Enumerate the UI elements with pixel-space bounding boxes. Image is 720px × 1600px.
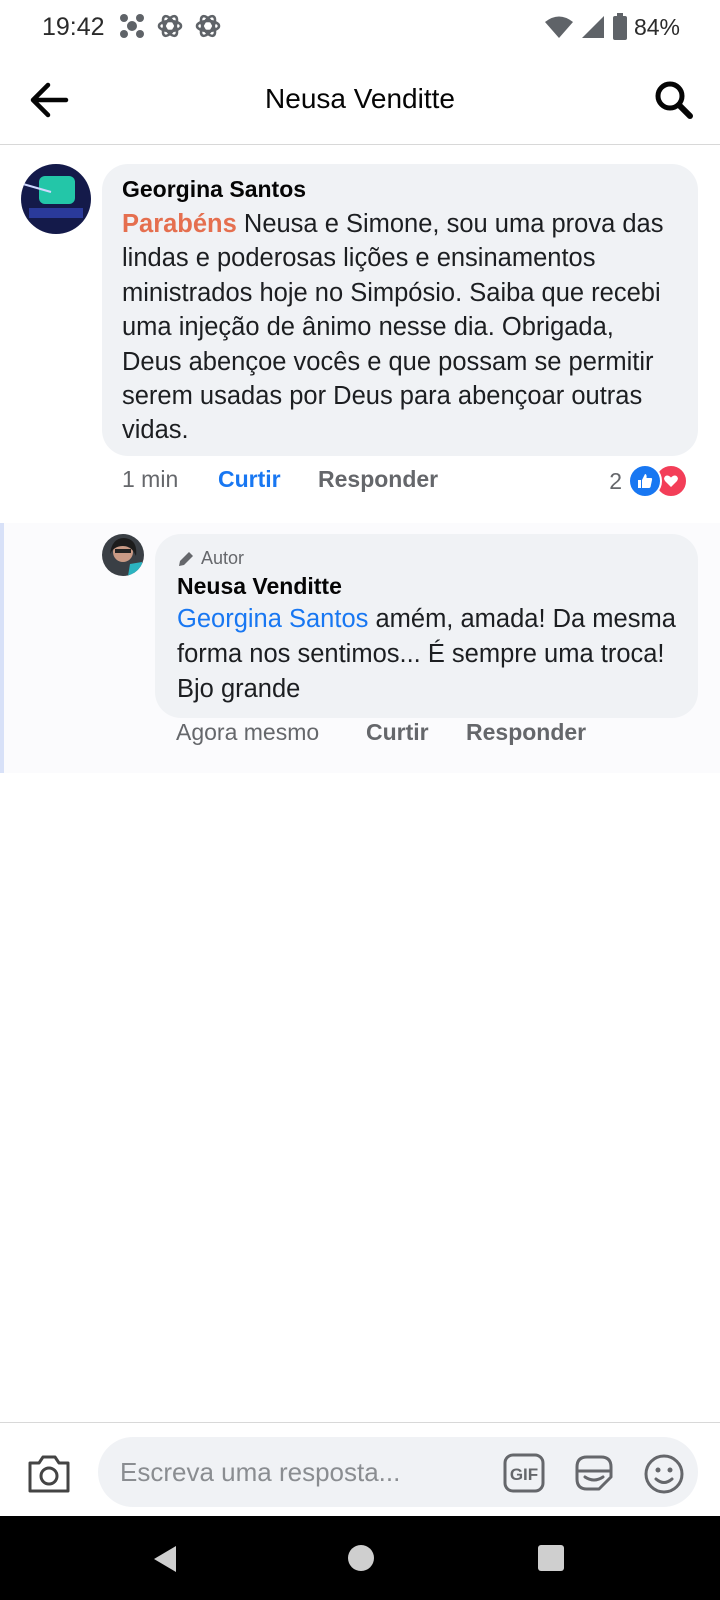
signal-icon (581, 16, 604, 38)
back-triangle-icon (154, 1546, 176, 1572)
reply-mention[interactable]: Georgina Santos (177, 605, 368, 633)
author-badge-label: Autor (201, 548, 245, 568)
wifi-icon (544, 16, 573, 38)
reply-composer: GIF (0, 1422, 720, 1517)
comment-body: Neusa e Simone, sou uma prova das lindas… (122, 210, 664, 445)
notification-icons (118, 12, 222, 40)
profile-photo (21, 164, 91, 234)
gif-icon: GIF (503, 1453, 545, 1493)
recents-square-icon (538, 1545, 564, 1571)
openai-icon (157, 14, 183, 38)
reaction-summary[interactable]: 2 (609, 464, 688, 498)
page-title: Neusa Venditte (265, 83, 455, 114)
profile-photo (102, 534, 144, 576)
nav-back-button[interactable] (150, 1544, 180, 1579)
comment-reply-button[interactable]: Responder (318, 466, 438, 493)
app-header: Neusa Venditte (0, 56, 720, 145)
camera-icon (28, 1455, 70, 1493)
comment-like-button[interactable]: Curtir (218, 466, 281, 493)
battery-icon (612, 13, 627, 40)
reply-reply-button[interactable]: Responder (466, 719, 586, 746)
comment-time: 1 min (122, 466, 179, 492)
gif-button[interactable]: GIF (503, 1453, 545, 1493)
comment-highlight-word: Parabéns (122, 210, 237, 238)
comment-text: Parabéns Neusa e Simone, sou uma prova d… (122, 207, 678, 448)
like-icon (628, 464, 662, 498)
home-circle-icon (348, 1545, 374, 1571)
emoji-icon (644, 1454, 684, 1494)
comment-bubble: Georgina Santos Parabéns Neusa e Simone,… (102, 164, 698, 456)
sticker-icon (575, 1455, 613, 1491)
status-time: 19:42 (42, 13, 105, 41)
battery-percent: 84% (633, 13, 680, 40)
pencil-icon (179, 551, 193, 566)
reply-time: Agora mesmo (176, 719, 320, 745)
thread-indicator (0, 523, 4, 773)
reply-thread: Autor Neusa Venditte Georgina Santos amé… (0, 523, 720, 773)
openai-icon (195, 14, 221, 38)
emoji-button[interactable] (643, 1453, 685, 1495)
reply-like-button[interactable]: Curtir (366, 719, 429, 746)
search-icon (655, 81, 693, 119)
author-badge: Autor (177, 548, 676, 569)
system-nav-bar (0, 1516, 720, 1600)
comment-author[interactable]: Georgina Santos (122, 176, 678, 203)
reply-bubble: Autor Neusa Venditte Georgina Santos amé… (155, 534, 698, 718)
nav-recents-button[interactable] (537, 1544, 565, 1577)
reply-avatar[interactable] (102, 534, 144, 576)
sticker-button[interactable] (573, 1453, 615, 1493)
search-button[interactable] (652, 78, 696, 122)
svg-text:GIF: GIF (510, 1465, 538, 1484)
camera-button[interactable] (26, 1453, 72, 1495)
reply-author[interactable]: Neusa Venditte (177, 573, 676, 600)
status-right: 84% (544, 13, 680, 41)
reply-text: Georgina Santos amém, amada! Da mesma fo… (177, 602, 676, 707)
reaction-count: 2 (609, 467, 622, 494)
app-notification-icon (120, 14, 144, 38)
nav-home-button[interactable] (347, 1544, 375, 1577)
status-bar: 19:42 84% (0, 0, 720, 56)
avatar[interactable] (21, 164, 91, 234)
